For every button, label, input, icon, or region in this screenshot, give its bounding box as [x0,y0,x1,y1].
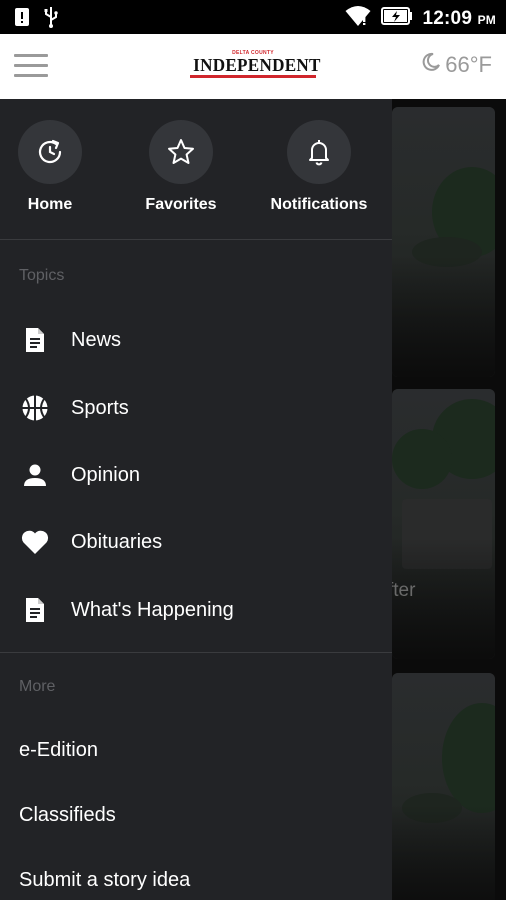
topic-news[interactable]: News [0,315,392,365]
moon-icon [421,52,441,78]
topic-opinion[interactable]: Opinion [0,450,392,500]
more-submit-story[interactable]: Submit a story idea [19,869,190,892]
status-bar: 12:09 PM [0,0,506,34]
person-icon [20,463,50,487]
navigation-drawer: Home Favorites Notifications Topics News… [0,99,392,900]
weather-temp: 66°F [445,52,492,77]
topic-whats-happening[interactable]: What's Happening [0,585,392,635]
star-icon [149,120,213,184]
logo-title: INDEPENDENT [193,55,321,75]
topic-obituaries[interactable]: Obituaries [0,517,392,567]
battery-charging-icon [380,7,413,30]
home-refresh-icon [18,120,82,184]
wifi-icon [345,5,371,32]
quick-notifications-label: Notifications [270,196,368,213]
article-headline-fragment: fter [388,580,416,601]
article-card[interactable] [392,389,495,659]
more-e-edition[interactable]: e-Edition [19,739,98,762]
basketball-icon [20,394,50,422]
alert-icon [14,7,30,32]
quick-home-label: Home [27,196,73,213]
topic-sports[interactable]: Sports [0,383,392,433]
divider [0,652,392,653]
quick-favorites[interactable]: Favorites [116,120,246,214]
divider [0,239,392,240]
app-header: DELTA COUNTY INDEPENDENT 66°F [0,34,506,99]
topic-label: News [71,328,122,351]
document-icon [20,326,50,354]
quick-notifications[interactable]: Notifications [254,120,384,214]
topic-label: What's Happening [71,598,234,621]
document-icon [20,596,50,624]
quick-actions: Home Favorites Notifications [0,99,392,239]
topics-heading: Topics [19,267,65,284]
quick-home[interactable]: Home [0,120,115,214]
menu-icon[interactable] [14,54,48,80]
topic-label: Obituaries [71,530,163,553]
usb-icon [44,6,58,33]
status-time: 12:09 PM [422,7,496,29]
article-feed: fter [388,99,506,900]
more-heading: More [19,678,56,695]
topic-label: Sports [71,396,129,419]
article-card[interactable] [392,107,495,377]
more-classifieds[interactable]: Classifieds [19,804,116,827]
topic-label: Opinion [71,463,140,486]
article-card[interactable] [392,673,495,900]
heart-icon [20,529,50,555]
bell-icon [287,120,351,184]
quick-favorites-label: Favorites [145,196,217,213]
weather-widget[interactable]: 66°F [421,52,492,78]
site-logo[interactable]: DELTA COUNTY INDEPENDENT [190,50,321,84]
logo-underline [190,75,316,78]
